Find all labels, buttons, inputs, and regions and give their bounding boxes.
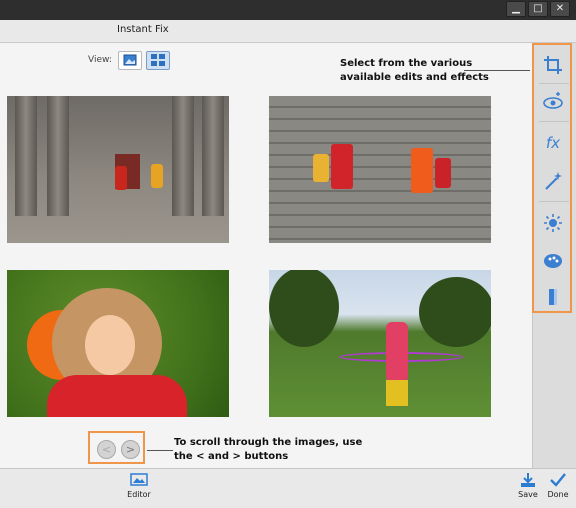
child-figure xyxy=(115,166,127,190)
bottom-toolbar: Editor Save Done xyxy=(0,468,576,508)
next-button[interactable]: > xyxy=(121,440,140,459)
person-figure xyxy=(435,158,451,188)
window-controls: ▁ □ ✕ xyxy=(506,1,570,17)
maximize-button[interactable]: □ xyxy=(528,1,548,17)
person-figure xyxy=(313,154,329,182)
straighten-tool[interactable] xyxy=(541,285,565,309)
checkmark-icon xyxy=(550,473,566,487)
brightness-icon xyxy=(544,214,562,232)
window-titlebar: ▁ □ ✕ xyxy=(0,0,576,20)
editor-icon xyxy=(130,473,148,486)
light-tool[interactable] xyxy=(541,211,565,235)
effects-tool[interactable]: fx xyxy=(541,131,565,155)
done-label: Done xyxy=(547,490,569,499)
save-button[interactable]: Save xyxy=(515,472,541,499)
column-shape xyxy=(172,96,194,216)
magic-wand-icon xyxy=(545,172,562,190)
auto-fix-tool[interactable] xyxy=(541,169,565,193)
shirt-shape xyxy=(47,375,187,417)
header-bar: Instant Fix xyxy=(0,20,576,43)
tree-shape xyxy=(419,277,491,347)
column-shape xyxy=(47,96,69,216)
close-button[interactable]: ✕ xyxy=(550,1,570,17)
editor-button[interactable]: Editor xyxy=(124,472,154,499)
crop-tool[interactable] xyxy=(541,53,565,77)
tools-callout-leader xyxy=(464,70,530,71)
previous-button[interactable]: < xyxy=(97,440,116,459)
photo-thumbnail-2[interactable] xyxy=(269,96,491,243)
color-palette-icon xyxy=(544,254,562,268)
photo-thumbnail-4[interactable] xyxy=(269,270,491,417)
tools-callout: Select from the various available edits … xyxy=(340,57,489,85)
tools-highlight: fx xyxy=(532,43,572,313)
girl-legs xyxy=(386,380,408,406)
face-shape xyxy=(85,315,135,375)
page-title: Instant Fix xyxy=(117,24,169,35)
column-shape xyxy=(202,96,224,216)
single-view-button[interactable] xyxy=(118,51,142,70)
navigation-callout-line-1: To scroll through the images, use xyxy=(174,437,363,448)
person-figure xyxy=(331,144,353,189)
tools-callout-line-1: Select from the various xyxy=(340,58,473,69)
tree-shape xyxy=(269,270,339,347)
navigation-callout: To scroll through the images, use the < … xyxy=(174,436,362,464)
navigation-callout-leader xyxy=(147,450,173,451)
tools-callout-line-2: available edits and effects xyxy=(340,72,489,83)
single-view-icon xyxy=(123,54,137,66)
color-tool[interactable] xyxy=(541,249,565,273)
child-figure xyxy=(151,164,163,188)
grid-view-button[interactable] xyxy=(146,51,170,70)
navigation-highlight: < > xyxy=(88,431,145,464)
view-label: View: xyxy=(88,55,112,65)
column-shape xyxy=(15,96,37,216)
tool-separator xyxy=(539,83,569,84)
crop-icon xyxy=(544,56,562,74)
red-eye-icon xyxy=(543,92,563,109)
navigation-callout-line-2: the < and > buttons xyxy=(174,451,289,462)
done-button[interactable]: Done xyxy=(545,472,571,499)
person-figure xyxy=(411,148,433,193)
fx-icon: fx xyxy=(545,134,561,152)
grid-view-icon xyxy=(151,54,165,66)
tool-separator xyxy=(539,121,569,122)
save-label: Save xyxy=(518,490,538,499)
photo-thumbnail-1[interactable] xyxy=(7,96,229,243)
straighten-icon xyxy=(549,289,557,305)
minimize-button[interactable]: ▁ xyxy=(506,1,526,17)
red-eye-tool[interactable] xyxy=(541,90,565,114)
save-icon xyxy=(521,473,535,487)
editor-label: Editor xyxy=(127,490,151,499)
photo-thumbnail-3[interactable] xyxy=(7,270,229,417)
girl-figure xyxy=(386,322,408,382)
tool-separator xyxy=(539,201,569,202)
photo-grid-area: View: Select from the various available … xyxy=(0,43,532,468)
